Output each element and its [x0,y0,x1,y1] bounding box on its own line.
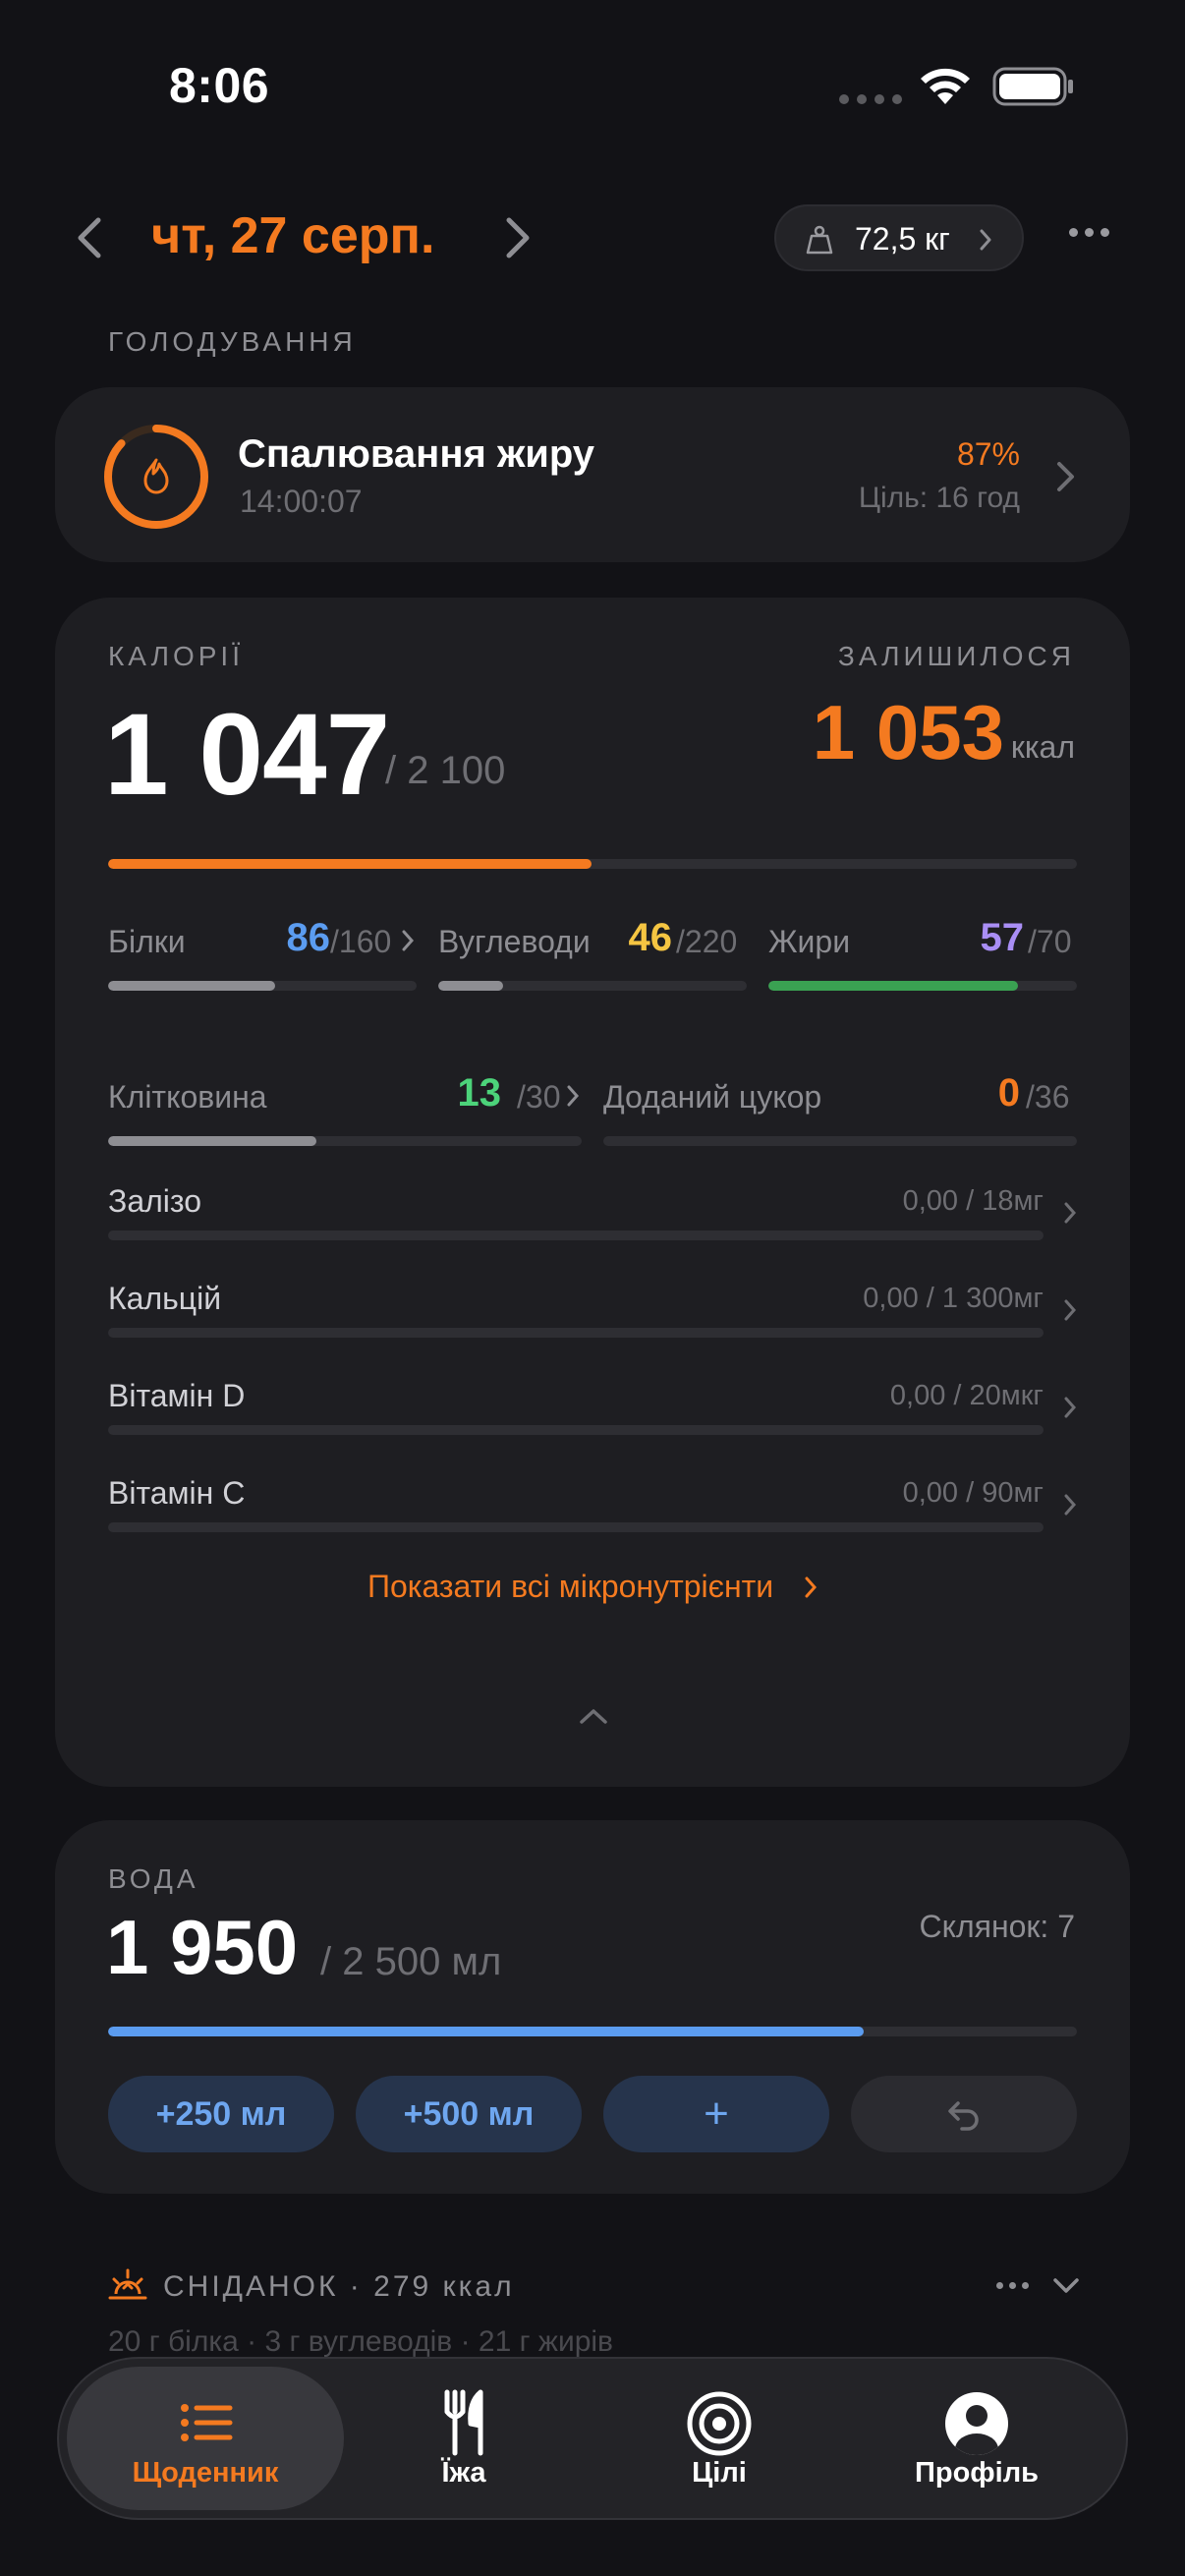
macro-value: 57 [980,916,1025,959]
micro-name: Кальцій [108,1281,222,1316]
profile-icon [945,2392,1008,2455]
flame-icon [143,458,169,494]
calories-label: КАЛОРІЇ [108,641,244,671]
macro-bar [108,981,417,991]
added-sugar-bar [603,1136,1077,1146]
chevron-right-icon [1064,1299,1077,1321]
micro-value: 0,00 / 18мг [902,1185,1044,1217]
macro-name: Білки [108,924,186,959]
tab-label: Їжа [441,2457,486,2489]
status-bar: 8:06 [0,0,1185,147]
fiber-value: 13 [457,1071,502,1115]
chevron-right-icon [805,1576,818,1598]
added-sugar-value: 0 [997,1071,1020,1115]
calories-remaining: 1 053 [812,689,1004,775]
tab-food[interactable]: Їжа [325,2367,602,2510]
water-progress-fill [108,2027,865,2036]
added-sugar-goal: /36 [1026,1079,1070,1115]
target-icon [687,2391,752,2456]
fasting-progress-ring [104,425,208,529]
fiber-goal: /30 [517,1079,561,1115]
sunrise-icon [108,2268,147,2300]
chevron-right-icon [1057,462,1074,491]
fork-knife-icon [444,2389,483,2456]
battery-icon [992,67,1073,106]
chevron-right-icon [1064,1494,1077,1516]
breakfast-title: СНІДАНОК · 279 ккал [163,2270,515,2303]
chevron-down-icon[interactable] [1051,2276,1081,2296]
micro-value: 0,00 / 1 300мг [863,1283,1044,1314]
chevron-right-icon [567,1085,580,1107]
wifi-icon [921,68,970,104]
show-all-label: Показати всі мікронутрієнти [367,1569,774,1604]
micro-bar [108,1231,1044,1240]
macro-name: Вуглеводи [438,924,591,959]
collapse-chevron-icon[interactable] [578,1706,609,1726]
tab-label: Цілі [692,2457,747,2489]
weight-icon [806,225,833,255]
micro-bar [108,1328,1044,1338]
macro-goal: /160 [330,924,392,959]
fiber-name: Клітковина [108,1079,267,1115]
macro-goal: /70 [1028,924,1072,959]
fasting-title: Спалювання жиру [238,432,595,476]
fasting-elapsed: 14:00:07 [240,484,363,519]
tab-label: Щоденник [132,2457,279,2489]
fasting-percent: 87% [956,436,1020,472]
added-sugar-name: Доданий цукор [603,1079,822,1115]
macro-value: 46 [628,916,673,959]
chevron-right-icon [1064,1202,1077,1224]
calories-goal: / 2 100 [385,749,506,792]
calories-unit: ккал [1010,729,1075,765]
micro-value: 0,00 / 20мкг [889,1380,1044,1411]
macro-name: Жири [768,924,851,959]
list-icon [181,2404,233,2441]
chevron-right-icon [980,229,991,251]
calories-progress-bar [108,859,1077,869]
fasting-section-label: ГОЛОДУВАННЯ [108,326,357,357]
weight-value: 72,5 кг [855,221,950,257]
previous-day-button[interactable] [71,214,110,261]
macro-bar [768,981,1077,991]
micro-bar [108,1425,1044,1435]
fasting-goal: Ціль: 16 год [858,482,1020,514]
tab-goals[interactable]: Цілі [581,2367,858,2510]
calories-progress-fill [108,859,592,869]
macro-value: 86 [286,916,331,959]
micro-value: 0,00 / 90мг [902,1477,1044,1509]
cellular-signal-icon [839,94,902,106]
macro-bar [438,981,747,991]
date-title[interactable]: чт, 27 серп. [151,206,434,265]
undo-icon [948,2101,979,2131]
show-all-micronutrients-link[interactable]: Показати всі мікронутрієнти [0,1569,1185,1605]
tab-profile[interactable]: Профіль [838,2367,1115,2510]
calories-consumed: 1 047 [104,690,390,820]
water-label: ВОДА [108,1863,199,1894]
micro-name: Вітамін D [108,1378,246,1413]
next-day-button[interactable] [497,214,536,261]
breakfast-summary: 20 г білка · 3 г вуглеводів · 21 г жирів [108,2325,613,2358]
remaining-label: ЗАЛИШИЛОСЯ [837,641,1075,671]
micro-bar [108,1522,1044,1532]
chevron-right-icon [1064,1397,1077,1418]
tab-diary[interactable]: Щоденник [67,2367,344,2510]
tab-label: Профіль [915,2457,1039,2489]
water-progress-bar [108,2027,1077,2036]
water-goal: / 2 500 мл [320,1940,502,1983]
water-value: 1 950 [106,1904,299,1990]
micro-name: Залізо [108,1183,202,1219]
status-time: 8:06 [169,58,270,113]
add-500ml-button[interactable]: +500 мл [356,2076,582,2152]
chevron-right-icon [402,930,415,951]
add-250ml-button[interactable]: +250 мл [108,2076,334,2152]
breakfast-more-button[interactable] [996,2282,1030,2292]
macro-goal: /220 [676,924,738,959]
more-options-button[interactable] [1069,228,1110,240]
micro-name: Вітамін С [108,1475,246,1511]
water-glasses-count: Склянок: 7 [919,1909,1075,1944]
weight-button[interactable]: 72,5 кг [774,204,1024,271]
fiber-bar [108,1136,582,1146]
undo-water-button[interactable] [851,2076,1077,2152]
add-custom-water-button[interactable]: + [603,2076,829,2152]
